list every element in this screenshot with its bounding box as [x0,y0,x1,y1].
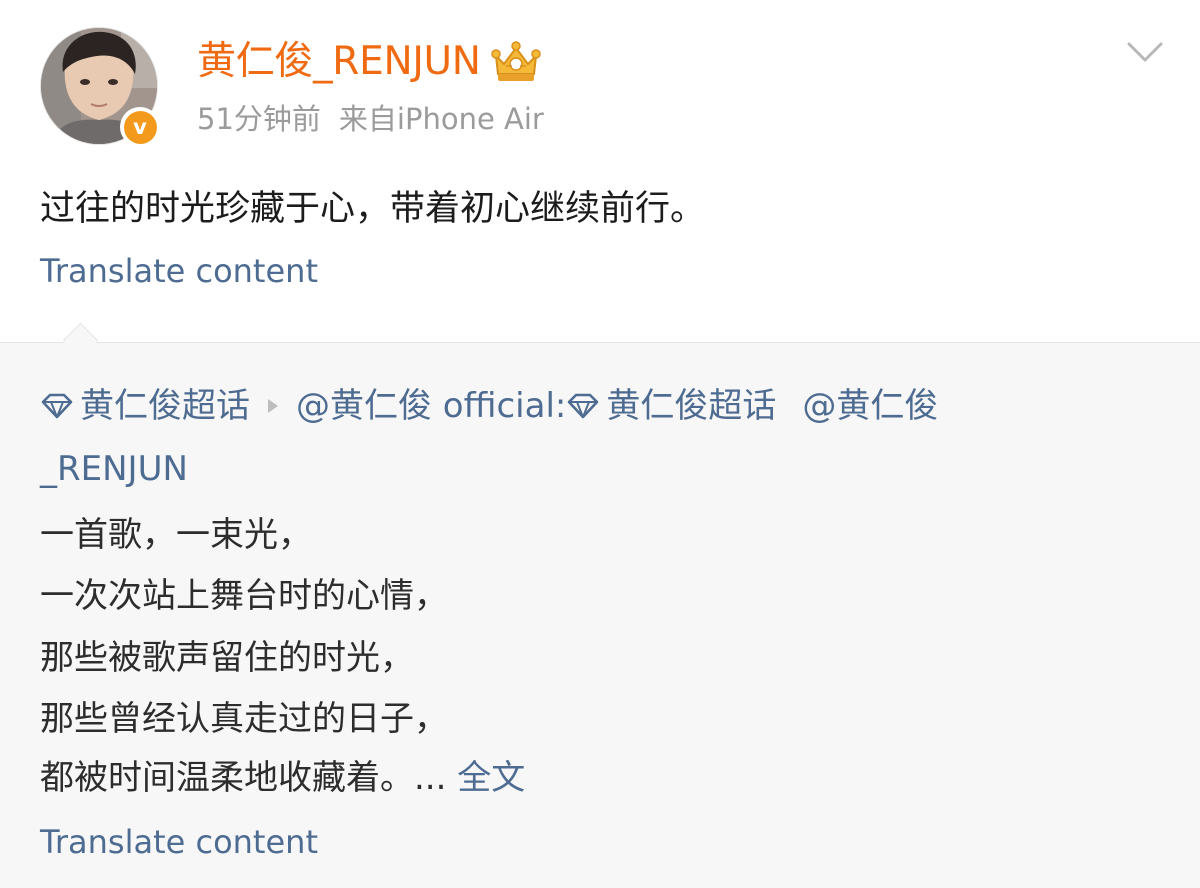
full-text-link[interactable]: 全文 [457,758,525,798]
post-source[interactable]: 来自iPhone Air [339,102,544,136]
repost-text-line: 那些被歌声留住的时光， [40,638,414,678]
translate-button[interactable]: Translate content [40,249,318,293]
username[interactable]: 黄仁俊_RENJUN [197,36,481,88]
mention-author[interactable]: @黄仁俊 official: [296,386,566,426]
gem-icon [41,393,73,419]
mention-user-cont[interactable]: _RENJUN [40,444,188,494]
verified-icon: v [120,107,160,147]
translate-button-repost[interactable]: Translate content [40,820,318,864]
repost-text-line: 那些曾经认真走过的日子， [40,699,448,739]
repost-text-last-line: 都被时间温柔地收藏着。... 全文 [40,753,525,803]
crown-icon [490,41,541,81]
username-row: 黄仁俊_RENJUN [197,36,542,88]
post-text: 过往的时光珍藏于心，带着初心继续前行。 [40,189,706,229]
repost-text-line: 一首歌，一束光， [40,515,312,555]
repost-text-line: 一次次站上舞台时的心情， [40,576,448,616]
post-time: 51分钟前 [197,102,321,136]
topic-link-2[interactable]: 黄仁俊超话 [566,386,776,426]
chevron-down-icon[interactable] [1125,40,1165,66]
mention-user[interactable]: @黄仁俊 [802,386,938,426]
avatar[interactable]: v [40,27,160,147]
post-meta: 51分钟前 来自iPhone Air [197,99,562,139]
gem-icon [568,393,599,419]
topic-link[interactable]: 黄仁俊超话 [40,386,250,426]
play-icon [268,399,278,413]
repost-header: 黄仁俊超话 @黄仁俊 official: 黄仁俊超话 @黄仁俊 [40,381,938,431]
repost-text-line: 都被时间温柔地收藏着。... [40,758,447,798]
weibo-post: v 黄仁俊_RENJUN 51分钟前 来自iPhone Air 过往的时光珍藏于心… [0,0,1200,342]
